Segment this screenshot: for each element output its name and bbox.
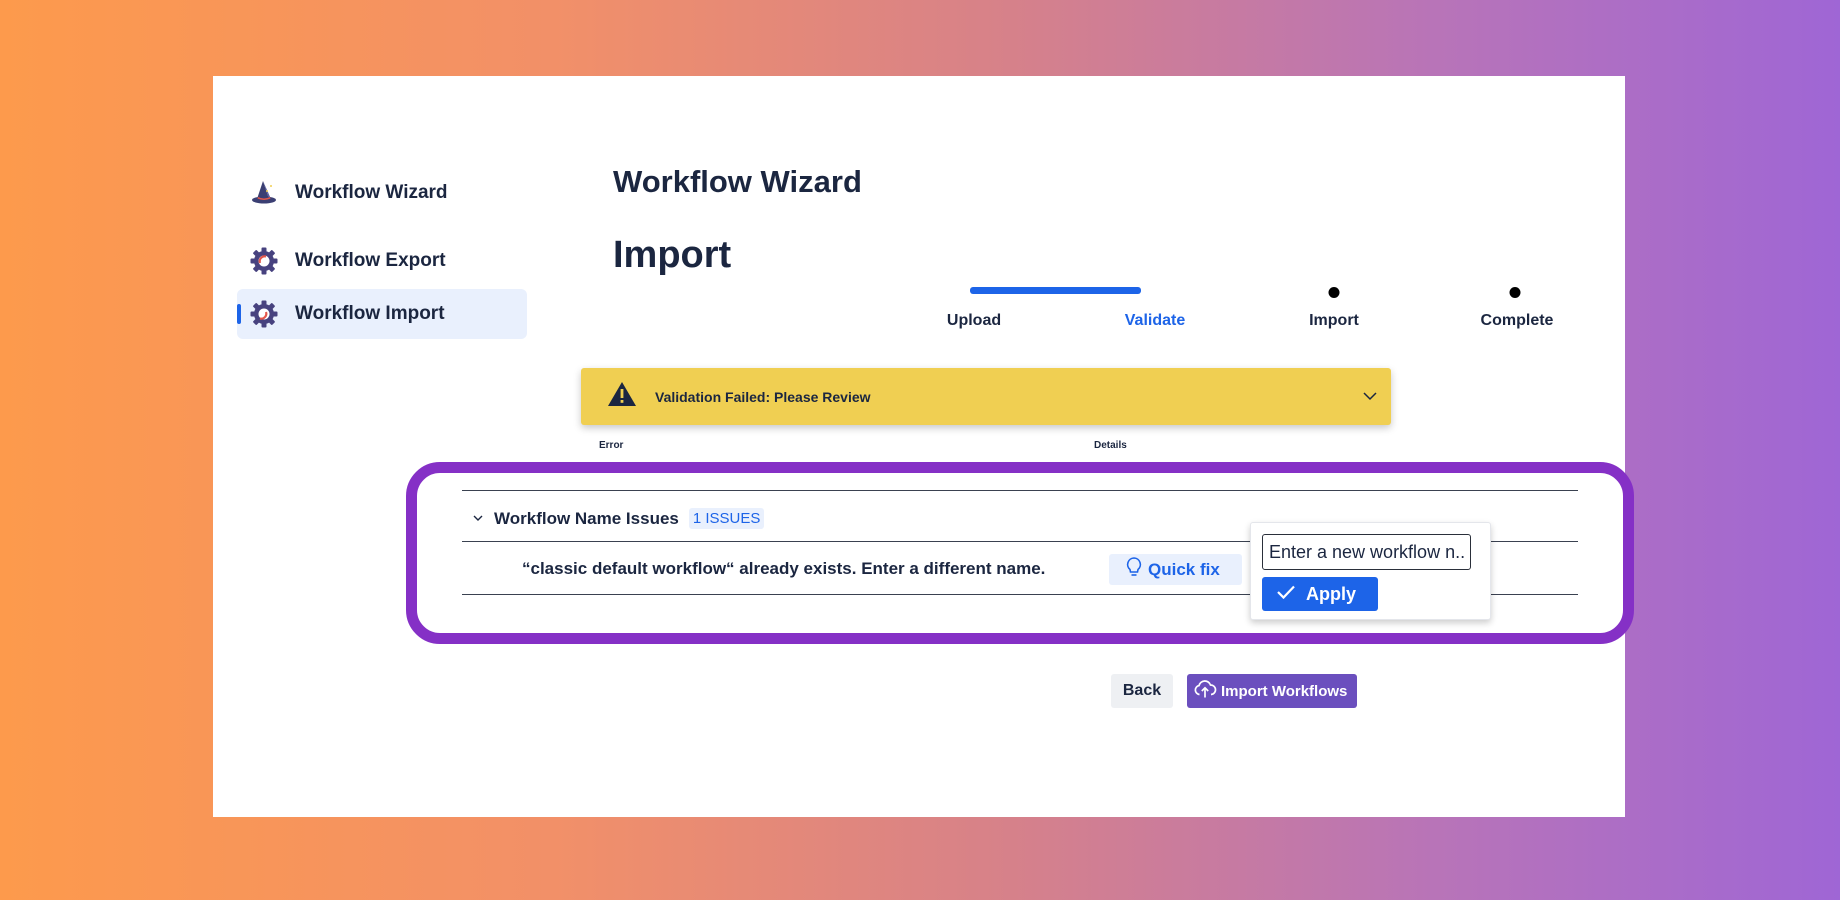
- wizard-hat-icon: [249, 178, 279, 208]
- page-subtitle: Import: [613, 234, 732, 276]
- step-dot-import: [1328, 287, 1340, 298]
- chevron-down-icon[interactable]: [1363, 388, 1377, 406]
- gear-icon: [249, 246, 279, 276]
- sidebar-item-workflow-export[interactable]: Workflow Export: [237, 236, 527, 286]
- warning-icon: [607, 381, 637, 412]
- step-complete[interactable]: Complete: [1481, 312, 1554, 330]
- sidebar-item-label: Workflow Export: [295, 250, 446, 271]
- sidebar-item-label: Workflow Wizard: [295, 182, 448, 203]
- step-validate[interactable]: Validate: [1125, 312, 1185, 330]
- import-workflows-button[interactable]: Import Workflows: [1187, 674, 1357, 708]
- banner-text: Validation Failed: Please Review: [655, 388, 871, 405]
- wizard-card: Workflow Wizard Workflow Export Workflow…: [213, 76, 1625, 817]
- column-header-details: Details: [1094, 440, 1127, 451]
- import-workflows-label: Import Workflows: [1221, 682, 1348, 700]
- step-import[interactable]: Import: [1309, 312, 1359, 330]
- sidebar-item-workflow-import[interactable]: Workflow Import: [237, 289, 527, 339]
- cloud-upload-icon: [1193, 679, 1217, 703]
- back-button[interactable]: Back: [1111, 674, 1173, 708]
- sidebar-item-label: Workflow Import: [295, 303, 445, 324]
- gear-icon: [249, 299, 279, 329]
- issue-highlight-frame: [406, 462, 1634, 644]
- column-header-error: Error: [599, 440, 624, 451]
- step-upload[interactable]: Upload: [947, 312, 1001, 330]
- step-dot-complete: [1509, 287, 1521, 298]
- validation-banner[interactable]: Validation Failed: Please Review: [581, 368, 1391, 425]
- page-title: Workflow Wizard: [613, 164, 862, 199]
- stepper-progress-bar: [970, 287, 1141, 294]
- sidebar-item-workflow-wizard[interactable]: Workflow Wizard: [237, 168, 527, 218]
